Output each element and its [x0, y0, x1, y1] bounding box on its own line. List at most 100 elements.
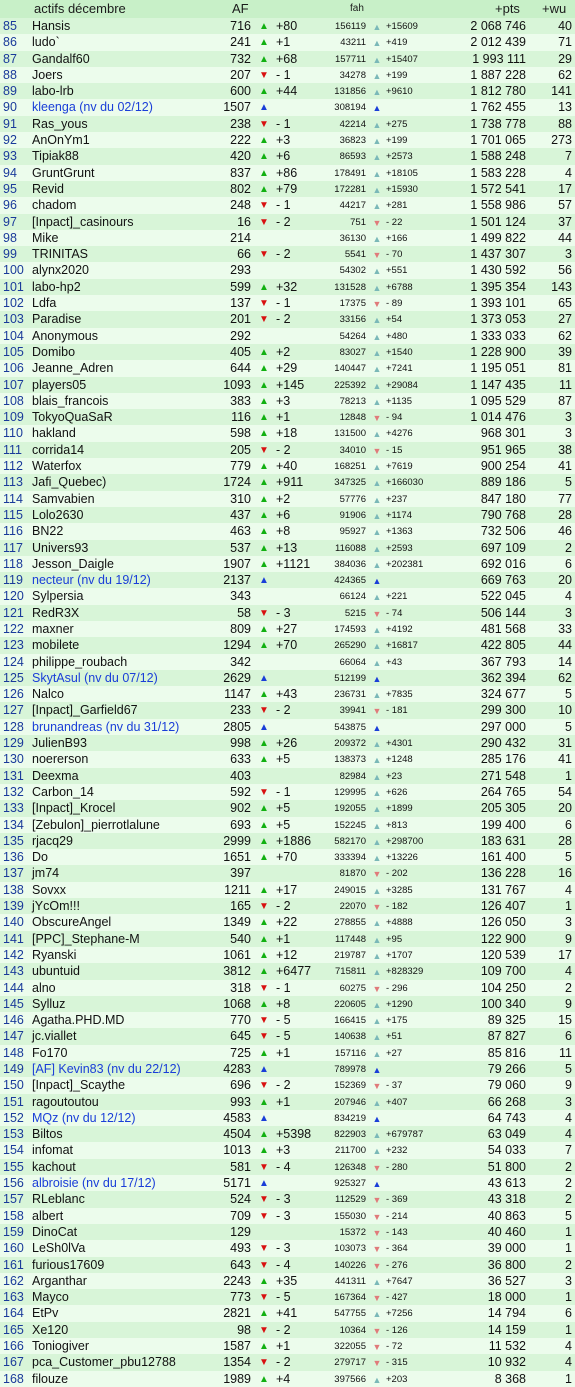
af-cell: 1013: [223, 1143, 251, 1158]
af-cell: 293: [230, 263, 251, 278]
wu-cell: 20: [558, 573, 572, 588]
name-cell: furious17609: [32, 1257, 105, 1272]
af-cell: 2805: [223, 719, 251, 734]
fah-change-cell: +828329: [386, 966, 424, 978]
name-cell: Toniogiver: [32, 1339, 89, 1354]
wu-cell: 141: [551, 84, 572, 99]
af-cell: 2821: [223, 1306, 251, 1321]
fah-change-cell: - 182: [386, 901, 408, 913]
rank-cell: 164: [3, 1306, 24, 1321]
name-cell: Domibo: [32, 344, 76, 359]
wu-cell: 3: [565, 426, 572, 441]
fah-change-cell: +27: [386, 1047, 403, 1059]
fah-cell: 265290: [334, 640, 366, 652]
rank-cell: 90: [3, 100, 17, 115]
fah-up-arrow-icon: ▲: [372, 136, 382, 147]
pts-cell: 732 506: [480, 524, 526, 539]
af-change-cell: +2: [276, 491, 291, 506]
fah-change-cell: - 143: [386, 1226, 408, 1238]
rank-cell: 148: [3, 1045, 24, 1060]
table-row: 134 [Zebulon]_pierrotlalune 693 ▲ +5 152245 ▲ +…: [0, 816, 575, 833]
pts-cell: 2 012 439: [470, 35, 526, 50]
name-cell: brunandreas (nv du 31/12): [32, 719, 180, 734]
pts-cell: 1 583 228: [470, 165, 526, 180]
name-cell: [AF] Kevin83 (nv du 22/12): [32, 1062, 181, 1076]
fah-cell: 178491: [334, 167, 366, 179]
pts-cell: 11 532: [488, 1339, 526, 1354]
table-row: 119 necteur (nv du 19/12) 2137 ▲ 424365 ▲ 669 …: [0, 572, 575, 589]
table-row: 96 chadom 248 ▼ - 1 44217 ▲ +281 1 558 986 57: [0, 197, 575, 214]
name-cell: mobilete: [32, 638, 80, 653]
af-up-arrow-icon: ▲: [259, 623, 269, 635]
name-cell: Anonymous: [32, 328, 99, 343]
rank-cell: 152: [3, 1110, 24, 1125]
fah-up-arrow-icon: ▲: [372, 22, 382, 32]
af-header: AF: [232, 1, 249, 16]
af-up-arrow-icon: ▲: [259, 803, 269, 815]
table-row: 92 AnOnYm1 222 ▲ +3 36823 ▲ +199 1 701 065 273: [0, 132, 575, 149]
af-cell: 318: [230, 980, 251, 995]
fah-cell: 155030: [334, 1210, 366, 1222]
fah-change-cell: +9610: [386, 86, 413, 98]
pts-cell: 205 305: [480, 801, 526, 816]
rank-cell: 160: [3, 1241, 24, 1256]
pts-cell: 39 000: [487, 1241, 526, 1256]
af-cell: 463: [230, 524, 251, 539]
rank-cell: 88: [3, 67, 17, 82]
pts-cell: 697 109: [480, 540, 526, 555]
table-row: 112 Waterfox 779 ▲ +40 168251 ▲ +7619 900 254 41: [0, 458, 575, 475]
fah-cell: 207946: [334, 1096, 366, 1108]
af-change-cell: +17: [276, 882, 298, 897]
af-change-cell: - 3: [276, 1241, 291, 1256]
af-cell: 1068: [223, 996, 251, 1011]
af-up-arrow-icon: ▲: [259, 183, 269, 195]
fah-up-arrow-icon: ▲: [372, 885, 382, 896]
af-up-arrow-icon: ▲: [259, 1341, 269, 1353]
wu-cell: 17: [558, 947, 572, 962]
pts-cell: 64 743: [487, 1110, 526, 1125]
af-up-arrow-icon: ▲: [259, 1373, 269, 1385]
rank-cell: 143: [3, 964, 24, 979]
rank-cell: 132: [3, 784, 24, 799]
fah-cell: 36823: [339, 135, 366, 147]
name-cell: Revid: [32, 181, 64, 196]
rank-cell: 97: [3, 214, 17, 229]
pts-cell: 36 527: [487, 1273, 526, 1288]
af-change-cell: +26: [276, 736, 298, 751]
fah-change-cell: +202381: [386, 558, 424, 570]
fah-up-arrow-icon: ▲: [372, 396, 382, 407]
rank-cell: 102: [3, 296, 24, 311]
table-row: 142 Ryanski 1061 ▲ +12 219787 ▲ +1707 120 539 17: [0, 946, 575, 964]
name-cell: Gandalf60: [32, 51, 90, 66]
pts-cell: 1 499 822: [470, 230, 526, 245]
af-up-arrow-icon: ▲: [259, 86, 269, 98]
table-row: 116 BN22 463 ▲ +8 95927 ▲ +1363 732 506 46: [0, 523, 575, 540]
af-down-arrow-icon: ▼: [259, 1161, 269, 1173]
table-row: 88 Joers 207 ▼ - 1 34278 ▲ +199 1 887 228 62: [0, 66, 575, 84]
pts-cell: 79 266: [487, 1062, 526, 1076]
af-change-cell: +70: [276, 850, 298, 865]
af-change-cell: - 2: [276, 1322, 291, 1337]
af-change-cell: +3: [276, 1143, 291, 1158]
fah-cell: 140226: [334, 1259, 366, 1271]
fah-cell: 225392: [334, 379, 366, 391]
fah-up-arrow-icon: ▲: [372, 690, 382, 701]
fah-up-arrow-icon: ▲: [372, 184, 382, 195]
af-cell: 773: [230, 1290, 251, 1305]
fah-cell: 42214: [339, 118, 366, 130]
name-cell: AnOnYm1: [32, 133, 90, 148]
fah-up-arrow-icon: ▲: [372, 624, 382, 635]
name-cell: maxner: [32, 621, 74, 636]
af-cell: 205: [230, 442, 251, 457]
af-cell: 5171: [223, 1176, 251, 1191]
af-up-arrow-icon: ▲: [259, 754, 269, 766]
af-change-cell: +6: [276, 149, 291, 164]
wu-cell: 1: [565, 1290, 572, 1305]
fah-cell: 5541: [344, 249, 366, 261]
ranking-table: actifs décembre AF fah +pts +wu 85 Hansis…: [0, 0, 575, 1387]
pts-cell: 161 400: [480, 850, 526, 865]
name-cell: [Inpact]_Scaythe: [32, 1078, 126, 1093]
fah-up-arrow-icon: ▲: [372, 282, 382, 293]
fah-cell: 83027: [339, 346, 366, 358]
rank-cell: 158: [3, 1208, 24, 1223]
